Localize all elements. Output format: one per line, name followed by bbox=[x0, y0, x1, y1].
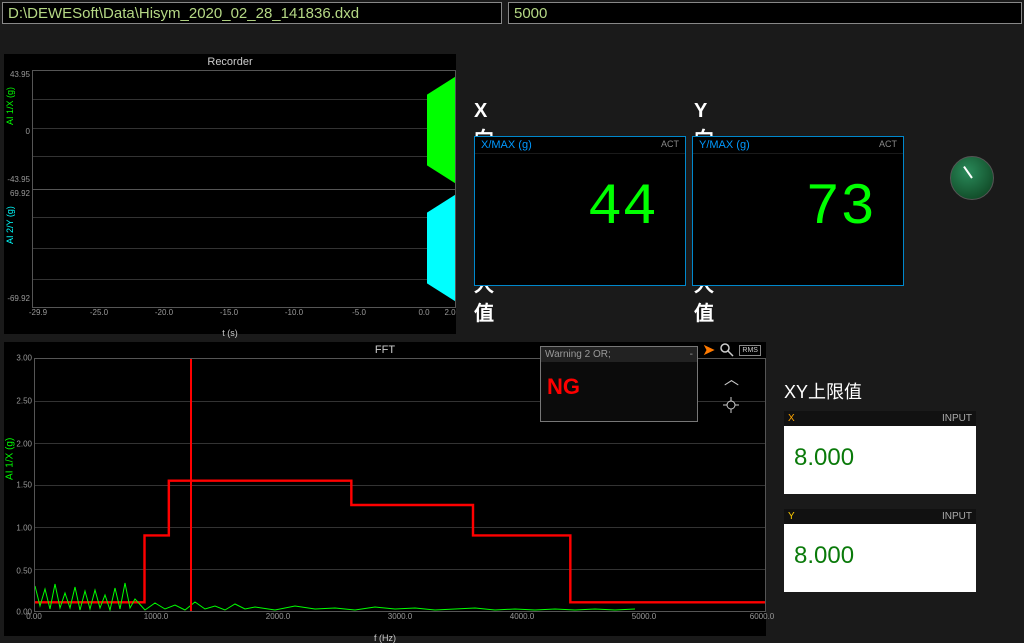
chevron-up-icon[interactable]: ︿ bbox=[724, 368, 739, 389]
crosshair-icon[interactable] bbox=[723, 397, 739, 413]
search-icon[interactable] bbox=[719, 342, 735, 358]
recorder-plot[interactable] bbox=[32, 70, 456, 308]
warning-title: Warning 2 OR; bbox=[545, 349, 611, 360]
recorder-trace-x bbox=[427, 71, 455, 189]
recorder-trace-y bbox=[427, 189, 455, 307]
y-limit-value: 8.000 bbox=[784, 524, 976, 588]
digital-meter-y[interactable]: Y/MAX (g) ACT 73 bbox=[692, 136, 904, 286]
fft-signal-line bbox=[35, 581, 635, 611]
digital-meter-x[interactable]: X/MAX (g) ACT 44 bbox=[474, 136, 686, 286]
fft-toolbar: ➤ RMS ︿ bbox=[702, 340, 761, 413]
fft-cursor[interactable] bbox=[190, 359, 192, 611]
xy-limit-panel: XY上限值 X INPUT 8.000 Y INPUT 8.000 bbox=[784, 378, 976, 608]
recorder-ch1-label: AI 1/X (g) bbox=[5, 86, 15, 124]
meter-x-channel: X/MAX (g) bbox=[481, 139, 532, 151]
x-limit-value: 8.000 bbox=[784, 426, 976, 490]
x-limit-input[interactable]: X INPUT 8.000 bbox=[784, 426, 976, 494]
fft-y-axis: AI 1/X (g) 3.00 2.50 2.00 1.50 1.00 0.50… bbox=[4, 358, 34, 612]
file-path-field[interactable]: D:\DEWESoft\Data\Hisym_2020_02_28_141836… bbox=[2, 2, 502, 24]
cursor-icon[interactable]: ➤ bbox=[702, 340, 715, 360]
recorder-title: Recorder bbox=[4, 54, 456, 70]
recorder-panel: Recorder AI 1/X (g) 43.95 0 -43.95 AI 2/… bbox=[4, 54, 456, 334]
value-field[interactable]: 5000 bbox=[508, 2, 1022, 24]
fft-x-axis: 0.00 1000.0 2000.0 3000.0 4000.0 5000.0 … bbox=[4, 612, 766, 630]
recorder-y-axis: AI 1/X (g) 43.95 0 -43.95 AI 2/Y (g) 69.… bbox=[4, 70, 32, 308]
warning-status: NG bbox=[541, 362, 697, 412]
rms-badge[interactable]: RMS bbox=[739, 345, 761, 356]
warning-panel[interactable]: Warning 2 OR; - NG bbox=[540, 346, 698, 422]
gauge-indicator[interactable] bbox=[950, 156, 994, 200]
meter-y-value: 73 bbox=[693, 154, 903, 241]
y-limit-input[interactable]: Y INPUT 8.000 bbox=[784, 524, 976, 592]
recorder-ch2-label: AI 2/Y (g) bbox=[5, 206, 15, 244]
xy-limit-title: XY上限值 bbox=[784, 378, 976, 404]
meter-y-channel: Y/MAX (g) bbox=[699, 139, 750, 151]
recorder-x-axis: -29.9 -25.0 -20.0 -15.0 -10.0 -5.0 0.0 2… bbox=[4, 308, 456, 326]
meter-x-value: 44 bbox=[475, 154, 685, 241]
